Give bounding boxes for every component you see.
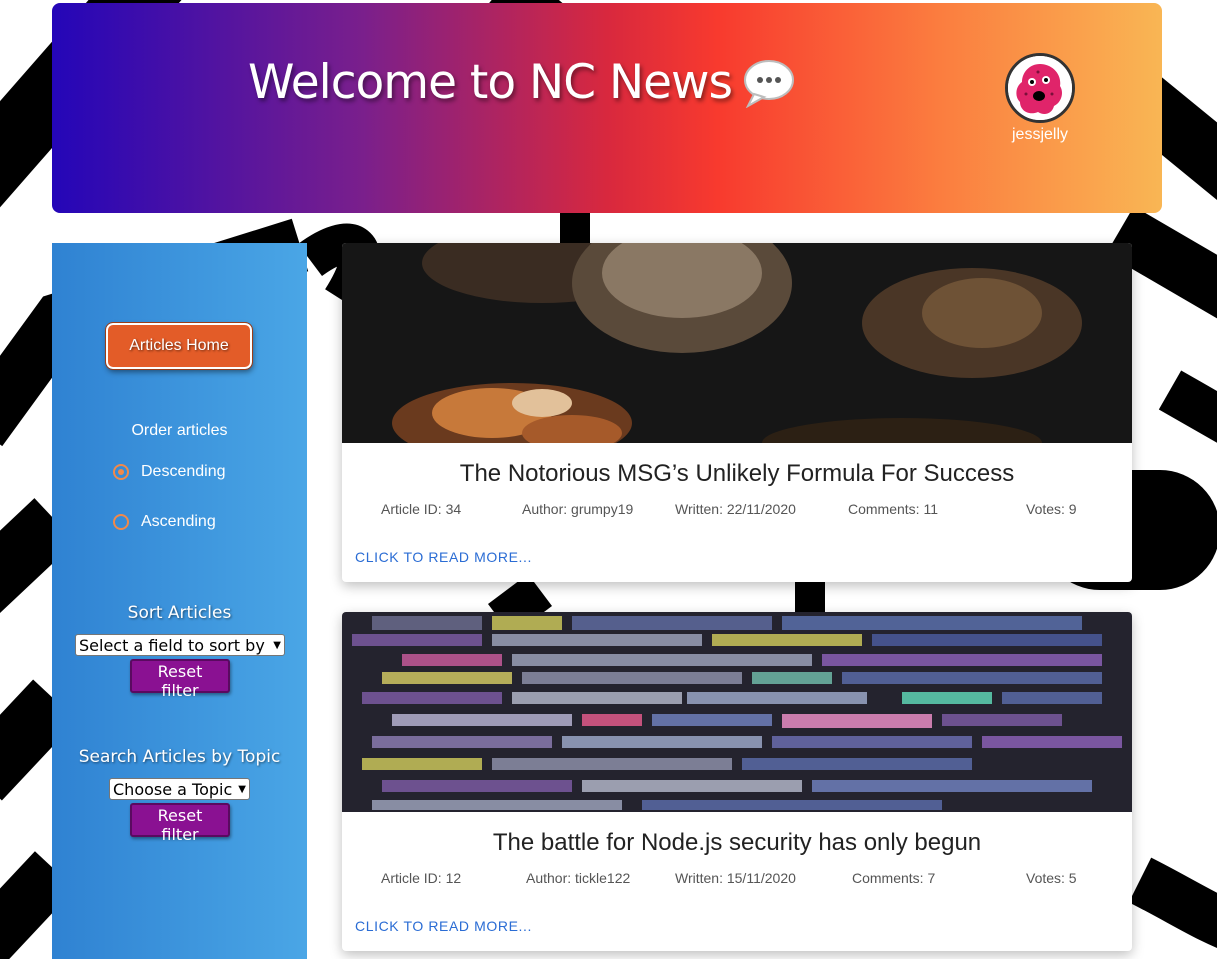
header-banner: Welcome to NC News jessjelly: [52, 3, 1162, 213]
reset-topic-button[interactable]: Reset filter: [130, 803, 230, 844]
radio-ascending-label: Ascending: [141, 513, 216, 530]
search-by-topic-label: Search Articles by Topic: [78, 747, 281, 767]
article-comments: Comments: 11: [848, 501, 938, 517]
article-card[interactable]: The Notorious MSG’s Unlikely Formula For…: [342, 243, 1132, 582]
article-author: Author: grumpy19: [522, 501, 634, 517]
username: jessjelly: [1011, 126, 1068, 143]
article-date: Written: 15/11/2020: [675, 870, 796, 886]
sort-field-select-value: Select a field to sort by: [79, 635, 265, 655]
topic-select[interactable]: Choose a Topic ▼: [109, 778, 250, 800]
article-id: Article ID: 34: [381, 501, 462, 517]
page-title: Welcome to NC News: [248, 55, 796, 110]
page-title-text: Welcome to NC News: [248, 55, 733, 110]
sort-articles-label: Sort Articles: [127, 603, 232, 623]
radio-descending-indicator[interactable]: [113, 464, 129, 480]
read-more-link[interactable]: CLICK TO READ MORE...: [355, 549, 532, 565]
article-image-food: [342, 243, 1132, 443]
article-author: Author: tickle122: [526, 870, 631, 886]
reset-sort-button[interactable]: Reset filter: [130, 659, 230, 700]
article-date: Written: 22/11/2020: [675, 501, 796, 517]
read-more-link[interactable]: CLICK TO READ MORE...: [355, 918, 532, 934]
avatar[interactable]: [1005, 53, 1075, 123]
sidebar: Articles Home Order articles Descending …: [52, 243, 307, 959]
article-comments: Comments: 7: [852, 870, 936, 886]
article-card[interactable]: The battle for Node.js security has only…: [342, 612, 1132, 951]
speech-bubble-icon: [742, 58, 796, 108]
user-profile[interactable]: jessjelly: [1005, 53, 1075, 144]
radio-ascending-indicator[interactable]: [113, 514, 129, 530]
topic-select-value: Choose a Topic: [113, 779, 233, 799]
order-articles-label: Order articles: [131, 422, 228, 439]
article-title[interactable]: The Notorious MSG’s Unlikely Formula For…: [342, 460, 1132, 488]
radio-descending[interactable]: Descending: [113, 463, 226, 481]
chevron-down-icon: ▼: [273, 639, 281, 651]
article-votes: Votes: 9: [1026, 501, 1077, 517]
pink-blob-avatar-icon: [1008, 56, 1072, 120]
article-title[interactable]: The battle for Node.js security has only…: [342, 829, 1132, 857]
articles-home-button[interactable]: Articles Home: [105, 322, 253, 370]
article-votes: Votes: 5: [1026, 870, 1077, 886]
radio-ascending[interactable]: Ascending: [113, 513, 216, 531]
radio-descending-label: Descending: [141, 463, 226, 480]
chevron-down-icon: ▼: [238, 783, 246, 795]
sort-field-select[interactable]: Select a field to sort by ▼: [75, 634, 285, 656]
article-id: Article ID: 12: [381, 870, 462, 886]
article-image-code: [342, 612, 1132, 812]
